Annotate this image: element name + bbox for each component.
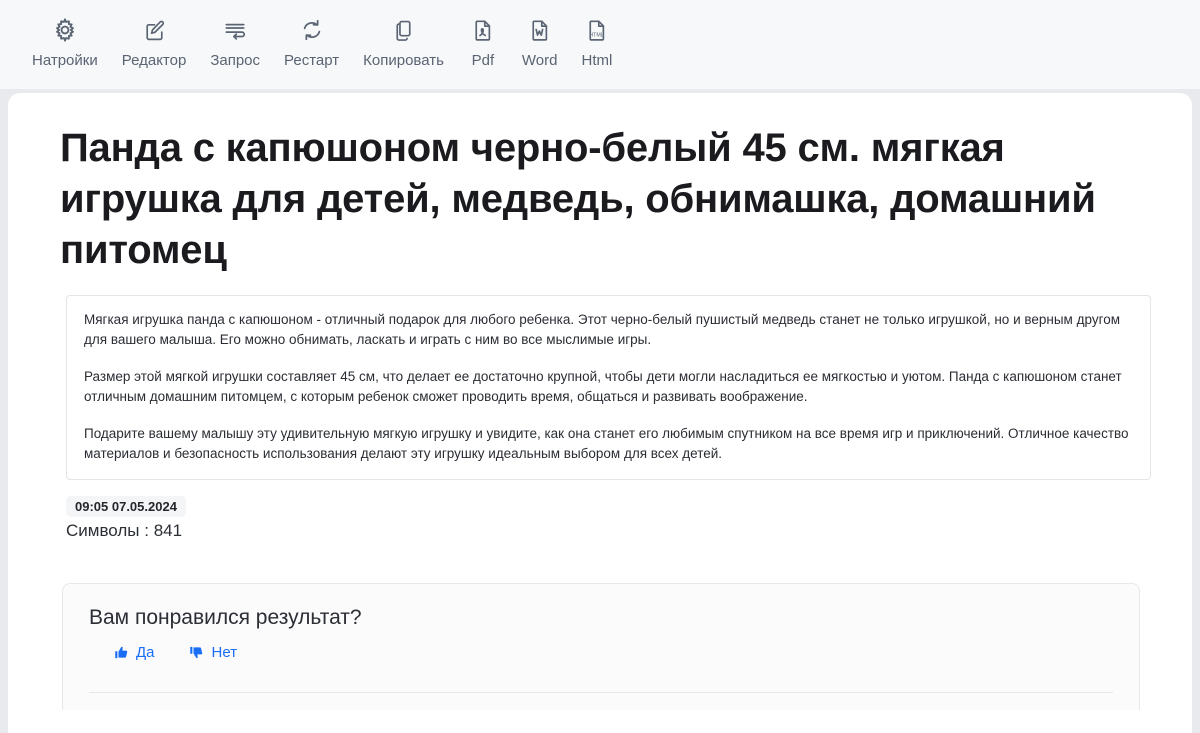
character-count: Символы : 841 [66,520,183,540]
request-lines-icon [220,14,250,46]
svg-text:HTML: HTML [590,32,604,38]
toolbar-button-request[interactable]: Запрос [198,14,272,70]
thumbs-down-icon [189,645,205,661]
toolbar-button-copy[interactable]: Копировать [351,14,456,70]
page-title: Панда с капюшоном черно-белый 45 см. мяг… [60,126,1096,273]
toolbar-button-restart[interactable]: Рестарт [272,14,351,70]
toolbar-label-request: Запрос [210,52,261,69]
feedback-yes-label: Да [136,644,155,661]
gear-icon [50,14,80,46]
feedback-question: Вам понравился результат? [89,606,362,629]
feedback-actions: Да Нет [89,644,1113,661]
description-paragraph: Размер этой мягкой игрушки составляет 45… [84,368,1122,405]
word-file-icon [525,14,555,46]
feedback-no-label: Нет [211,644,238,661]
description-paragraph: Мягкая игрушка панда с капюшоном - отлич… [84,311,1120,348]
toolbar-label-word: Word [521,52,558,69]
toolbar-label-html: Html [581,52,613,69]
refresh-circular-icon [297,14,327,46]
toolbar-button-editor[interactable]: Редактор [110,14,199,70]
main-content-card: Панда с капюшоном черно-белый 45 см. мяг… [8,93,1192,733]
thumbs-up-icon [113,645,129,661]
description-box: Мягкая игрушка панда с капюшоном - отлич… [66,294,1151,480]
toolbar-label-restart: Рестарт [284,52,340,69]
pdf-file-icon [468,14,498,46]
description-paragraph: Подарите вашему малышу эту удивительную … [84,425,1129,462]
feedback-yes-button[interactable]: Да [113,644,155,661]
pencil-edit-icon [139,14,169,46]
meta-info: 09:05 07.05.2024 Символы : 841 [66,495,1140,541]
html-file-icon: HTML [582,14,612,46]
toolbar-label-editor: Редактор [121,52,187,69]
feedback-card: Вам понравился результат? Да Нет [62,583,1140,710]
toolbar-button-pdf[interactable]: Pdf [456,14,510,70]
toolbar-button-settings[interactable]: Натройки [20,14,110,70]
copy-icon [389,14,419,46]
top-toolbar: Натройки Редактор Запрос Рестарт Копиров… [0,0,1200,89]
toolbar-label-pdf: Pdf [471,52,495,69]
feedback-no-button[interactable]: Нет [189,644,238,661]
toolbar-label-copy: Копировать [363,52,444,69]
timestamp-badge: 09:05 07.05.2024 [66,495,186,517]
toolbar-label-settings: Натройки [32,52,98,69]
feedback-divider [89,692,1113,693]
toolbar-button-word[interactable]: Word [510,14,570,70]
toolbar-button-html[interactable]: HTML Html [570,14,625,70]
